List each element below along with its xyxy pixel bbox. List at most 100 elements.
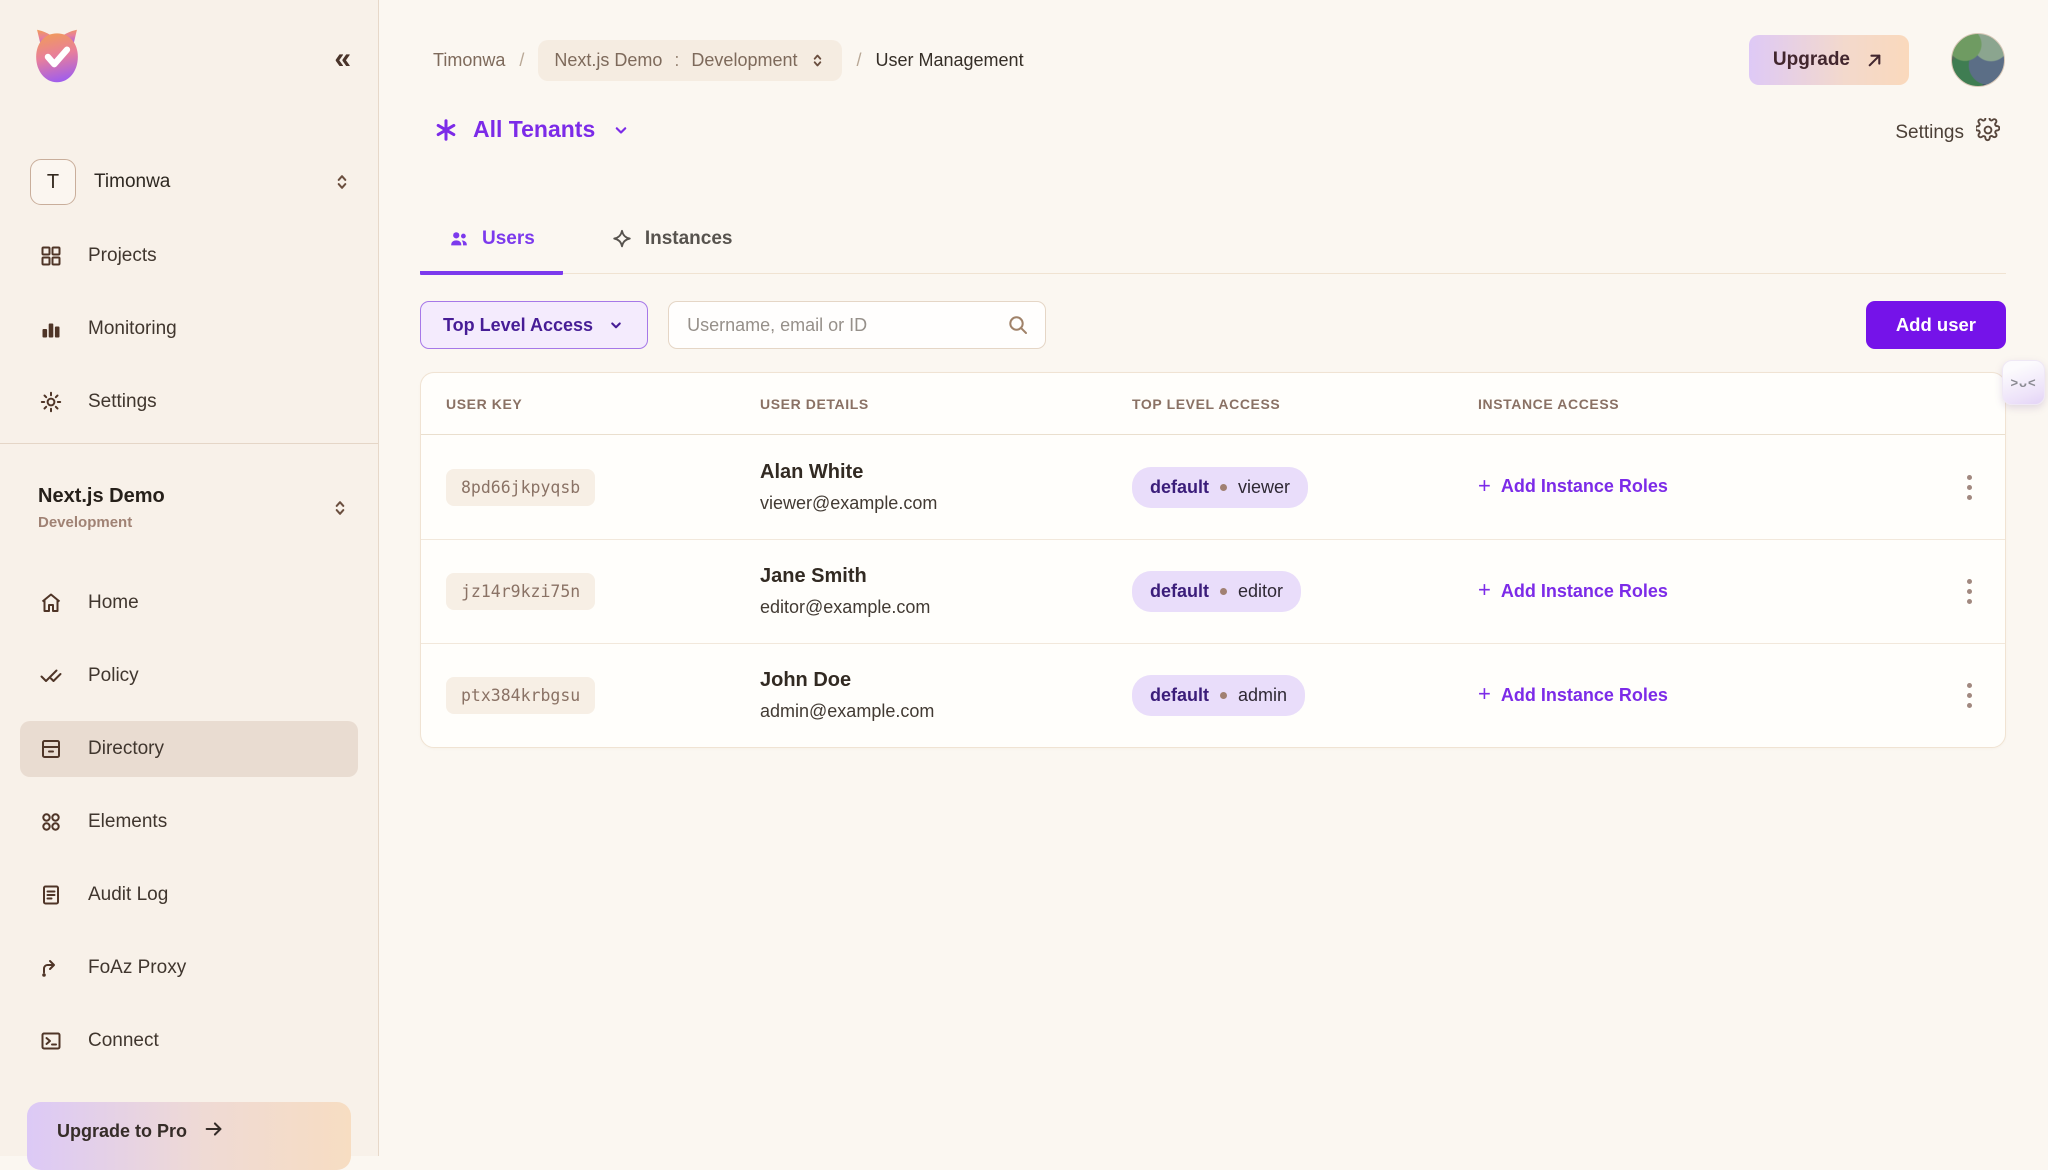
table-row: ptx384krbgsu John Doe admin@example.com … xyxy=(421,643,2005,747)
add-user-button[interactable]: Add user xyxy=(1866,301,2006,349)
sidebar-org-nav: Projects Monitoring Settings xyxy=(20,228,358,447)
column-header-instance-access: INSTANCE ACCESS xyxy=(1478,396,1903,412)
app-logo-icon xyxy=(28,26,86,86)
top-level-access-filter[interactable]: Top Level Access xyxy=(420,301,648,349)
row-menu-button[interactable] xyxy=(1951,674,1987,718)
table-header-row: USER KEY USER DETAILS TOP LEVEL ACCESS I… xyxy=(421,373,2005,435)
breadcrumb-org[interactable]: Timonwa xyxy=(433,50,505,71)
sidebar: « T Timonwa Projects Monitoring xyxy=(0,0,379,1156)
plus-icon: + xyxy=(1478,683,1491,705)
search-input[interactable] xyxy=(668,301,1046,349)
breadcrumb-environment: Development xyxy=(691,50,797,71)
sidebar-item-monitoring[interactable]: Monitoring xyxy=(20,301,358,357)
route-icon xyxy=(38,955,64,981)
main-content: Timonwa / Next.js Demo : Development / U… xyxy=(379,0,2048,1156)
search-box xyxy=(668,301,1046,349)
add-instance-roles-link[interactable]: + Add Instance Roles xyxy=(1478,581,1668,602)
user-name: John Doe xyxy=(760,669,1132,692)
breadcrumb-colon: : xyxy=(674,50,679,71)
grid-icon xyxy=(38,243,64,269)
sidebar-item-label: Home xyxy=(88,592,139,614)
badge-role: editor xyxy=(1238,581,1283,602)
filter-row: Top Level Access Add user xyxy=(420,301,2006,349)
upgrade-to-pro-label: Upgrade to Pro xyxy=(57,1121,187,1142)
access-badge: default admin xyxy=(1132,675,1305,716)
circles-grid-icon xyxy=(38,809,64,835)
sidebar-item-foaz-proxy[interactable]: FoAz Proxy xyxy=(20,940,358,996)
plus-icon: + xyxy=(1478,579,1491,601)
badge-dot xyxy=(1220,484,1227,491)
sidebar-item-home[interactable]: Home xyxy=(20,575,358,631)
badge-role: admin xyxy=(1238,685,1287,706)
sidebar-item-elements[interactable]: Elements xyxy=(20,794,358,850)
project-name: Next.js Demo xyxy=(38,485,330,508)
user-email: editor@example.com xyxy=(760,597,1132,618)
add-instance-roles-link[interactable]: + Add Instance Roles xyxy=(1478,685,1668,706)
tab-label: Instances xyxy=(645,228,733,250)
chevron-down-icon xyxy=(611,120,631,140)
app-window: « T Timonwa Projects Monitoring xyxy=(0,0,2048,1156)
tenant-selector[interactable]: All Tenants xyxy=(433,116,631,143)
breadcrumb-separator: / xyxy=(856,50,861,71)
sidebar-item-audit-log[interactable]: Audit Log xyxy=(20,867,358,923)
sidebar-item-label: Elements xyxy=(88,811,167,833)
updown-chevron-icon xyxy=(809,52,826,69)
column-header-top-level-access: TOP LEVEL ACCESS xyxy=(1132,396,1478,412)
access-badge: default viewer xyxy=(1132,467,1308,508)
sidebar-item-label: Connect xyxy=(88,1030,159,1052)
sidebar-collapse-button[interactable]: « xyxy=(334,44,348,74)
users-icon xyxy=(448,228,470,250)
sidebar-item-connect[interactable]: Connect xyxy=(20,1013,358,1069)
breadcrumb-current-page: User Management xyxy=(876,50,1024,71)
updown-chevron-icon xyxy=(332,172,352,192)
assistant-face-widget[interactable]: >ᴗ< xyxy=(2002,360,2045,405)
table-row: jz14r9kzi75n Jane Smith editor@example.c… xyxy=(421,539,2005,643)
updown-chevron-icon xyxy=(330,498,350,518)
org-avatar: T xyxy=(30,159,76,205)
row-menu-button[interactable] xyxy=(1951,570,1987,614)
sidebar-item-label: Settings xyxy=(88,391,157,413)
sidebar-divider xyxy=(0,443,378,444)
topbar: Timonwa / Next.js Demo : Development / U… xyxy=(433,32,2005,88)
row-menu-button[interactable] xyxy=(1951,465,1987,509)
tenant-selector-label: All Tenants xyxy=(473,116,595,143)
plus-icon: + xyxy=(1478,475,1491,497)
settings-label: Settings xyxy=(1895,122,1964,144)
table-row: 8pd66jkpyqsb Alan White viewer@example.c… xyxy=(421,435,2005,539)
breadcrumb-project-env-selector[interactable]: Next.js Demo : Development xyxy=(538,40,842,81)
badge-dot xyxy=(1220,692,1227,699)
breadcrumb: Timonwa / Next.js Demo : Development / U… xyxy=(433,40,1024,81)
upgrade-to-pro-banner[interactable]: Upgrade to Pro xyxy=(27,1102,351,1170)
badge-tenant: default xyxy=(1150,477,1209,498)
tab-instances[interactable]: Instances xyxy=(583,206,761,275)
badge-role: viewer xyxy=(1238,477,1290,498)
user-name: Jane Smith xyxy=(760,565,1132,588)
double-check-icon xyxy=(38,663,64,689)
arrow-up-right-icon xyxy=(1864,50,1885,71)
project-selector[interactable]: Next.js Demo Development xyxy=(38,485,350,531)
workspace-settings-control[interactable]: Settings xyxy=(1895,118,2000,147)
user-avatar[interactable] xyxy=(1951,33,2005,87)
add-instance-roles-link[interactable]: + Add Instance Roles xyxy=(1478,476,1668,497)
user-email: viewer@example.com xyxy=(760,493,1132,514)
tab-label: Users xyxy=(482,228,535,250)
column-header-user-key: USER KEY xyxy=(446,396,760,412)
user-key-chip: ptx384krbgsu xyxy=(446,677,595,714)
tab-users[interactable]: Users xyxy=(420,206,563,275)
user-key-chip: 8pd66jkpyqsb xyxy=(446,469,595,506)
sidebar-item-policy[interactable]: Policy xyxy=(20,648,358,704)
org-selector[interactable]: T Timonwa xyxy=(30,158,352,206)
sidebar-item-settings[interactable]: Settings xyxy=(20,374,358,430)
terminal-icon xyxy=(38,1028,64,1054)
badge-tenant: default xyxy=(1150,685,1209,706)
chevron-down-icon xyxy=(607,316,625,334)
breadcrumb-separator: / xyxy=(519,50,524,71)
sidebar-item-directory[interactable]: Directory xyxy=(20,721,358,777)
document-icon xyxy=(38,882,64,908)
upgrade-button[interactable]: Upgrade xyxy=(1749,35,1909,85)
access-badge: default editor xyxy=(1132,571,1301,612)
sidebar-item-projects[interactable]: Projects xyxy=(20,228,358,284)
sidebar-item-label: Monitoring xyxy=(88,318,177,340)
home-icon xyxy=(38,590,64,616)
user-email: admin@example.com xyxy=(760,701,1132,722)
